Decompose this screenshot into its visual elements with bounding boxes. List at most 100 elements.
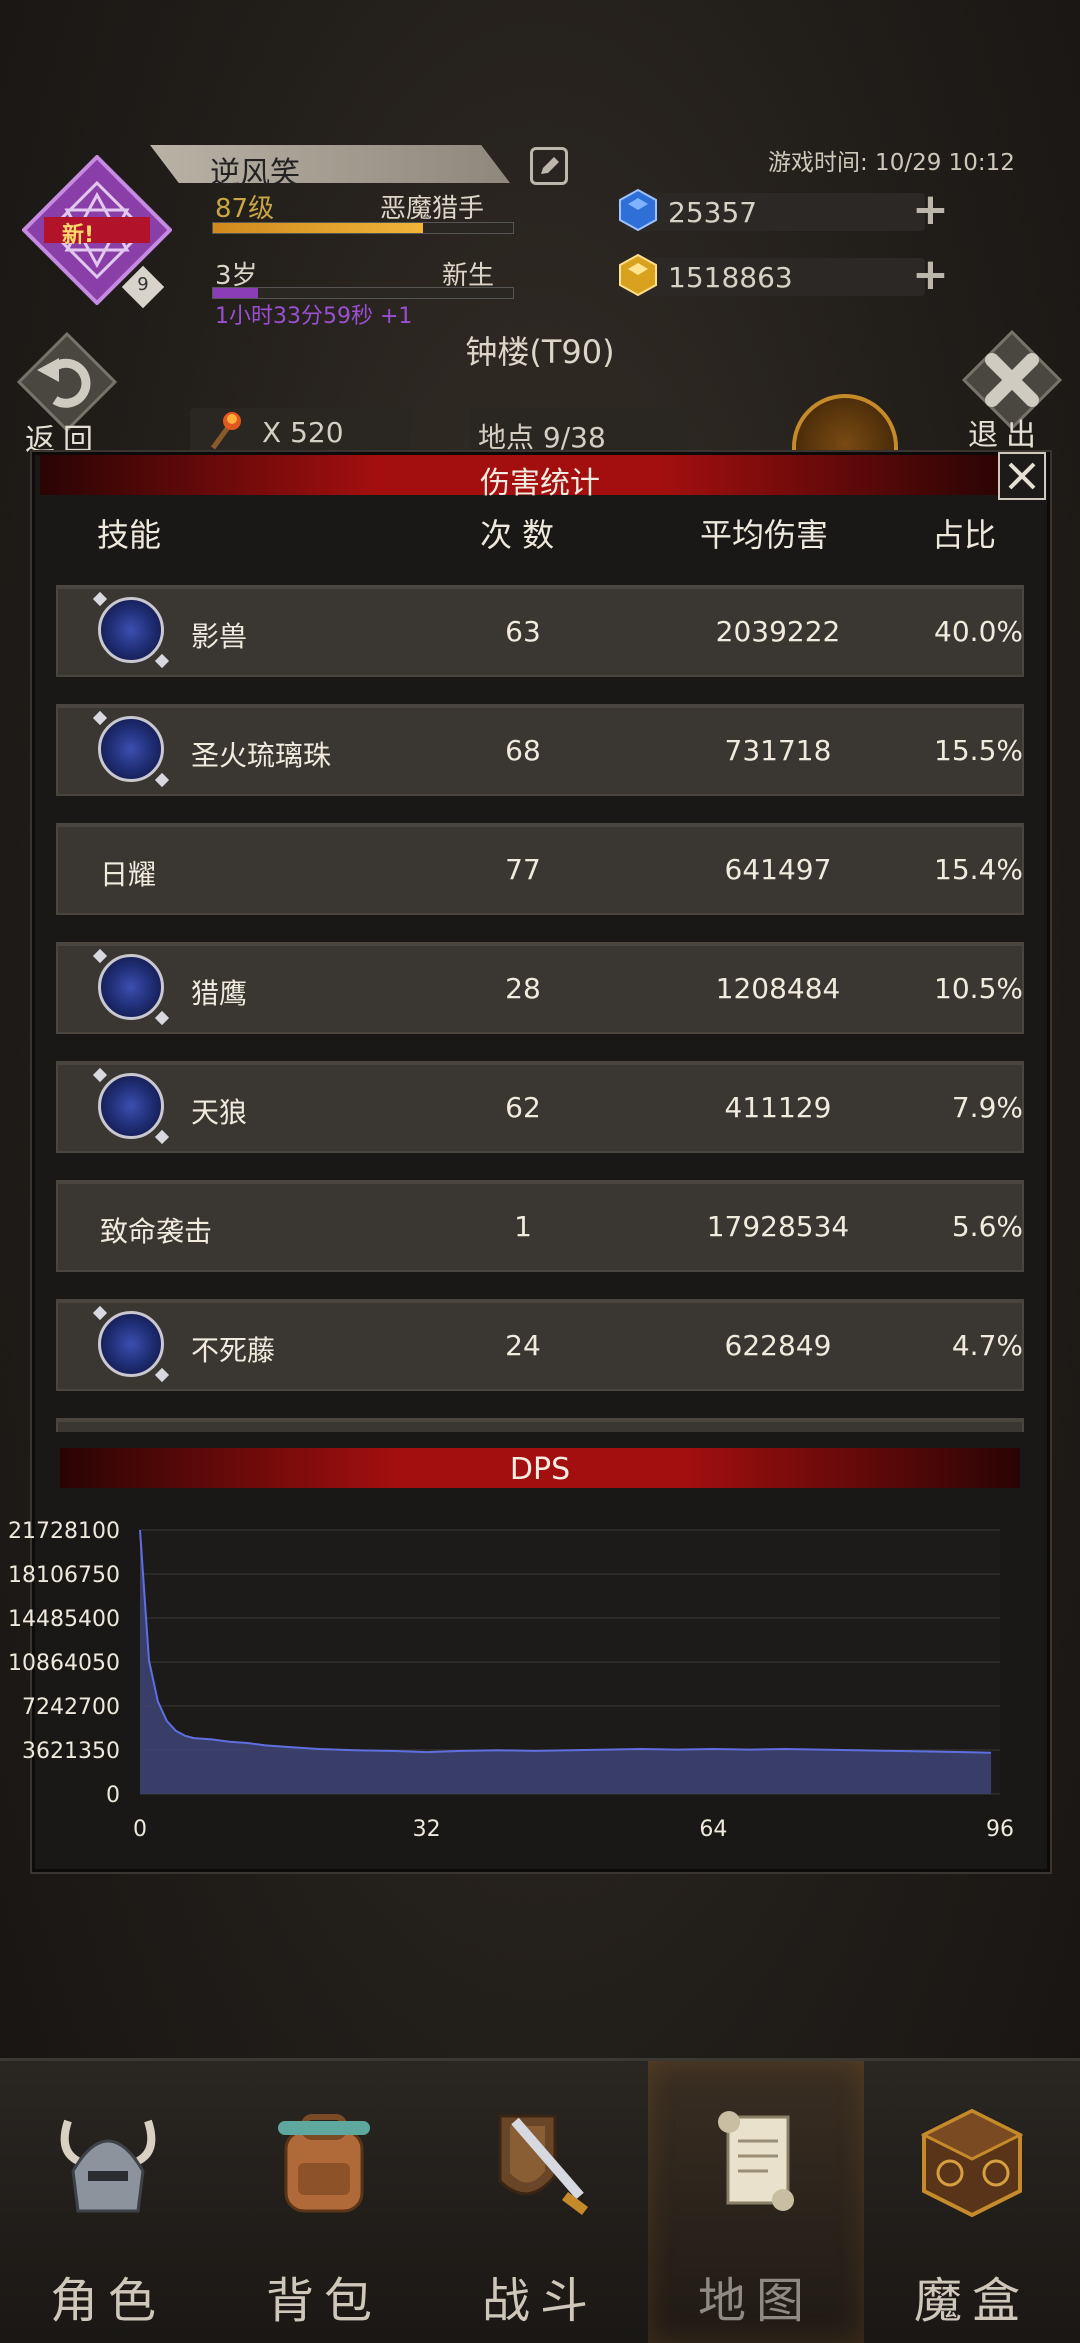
- nav-label: 地图: [697, 2273, 814, 2329]
- bottom-nav: 角色 背包 战斗 地图 魔盒: [0, 2058, 1080, 2343]
- nav-item-role[interactable]: 角色: [0, 2061, 216, 2343]
- skill-row-partial[interactable]: [56, 1418, 1024, 1432]
- skill-avg-damage: 641497: [724, 853, 832, 886]
- nav-item-magic-box[interactable]: 魔盒: [864, 2061, 1080, 2343]
- nav-label: 魔盒: [913, 2273, 1030, 2329]
- nav-item-backpack[interactable]: 背包: [216, 2061, 432, 2343]
- skill-row[interactable]: 天狼 62 411129 7.9%: [56, 1061, 1024, 1153]
- skill-row[interactable]: 日耀 77 641497 15.4%: [56, 823, 1024, 915]
- xp-bar-fill: [213, 223, 423, 233]
- close-panel-button[interactable]: [998, 452, 1046, 500]
- new-badge: 新!: [62, 223, 95, 248]
- exit-label[interactable]: 退出: [968, 410, 1044, 454]
- name-plate: [150, 145, 510, 183]
- y-tick-label: 18106750: [8, 1563, 120, 1588]
- skill-row[interactable]: 圣火琉璃珠 68 731718 15.5%: [56, 704, 1024, 796]
- skill-avg-damage: 731718: [724, 734, 832, 767]
- blue-gem-icon: [616, 188, 660, 236]
- skill-avg-damage: 1208484: [715, 972, 841, 1005]
- skill-percent: 5.6%: [951, 1210, 1023, 1243]
- location-title: 钟楼(T90): [465, 333, 615, 371]
- torch-count: X 520: [262, 416, 344, 449]
- skill-count: 68: [505, 734, 541, 767]
- gems-value: 25357: [668, 196, 758, 229]
- y-tick-label: 7242700: [22, 1695, 120, 1720]
- skill-count: 24: [505, 1329, 541, 1362]
- skill-row[interactable]: 致命袭击 1 17928534 5.6%: [56, 1180, 1024, 1272]
- player-name: 逆风笑: [210, 156, 300, 191]
- skill-list[interactable]: 影兽 63 2039222 40.0% 圣火琉璃珠 68 731718 15.5…: [56, 580, 1026, 1432]
- game-time: 游戏时间: 10/29 10:12: [768, 150, 1015, 176]
- skill-percent: 40.0%: [934, 615, 1023, 648]
- backpack-icon: [278, 2114, 370, 2213]
- gold-gem-icon: [616, 253, 660, 301]
- shadow-beast-icon: [98, 597, 164, 663]
- y-tick-label: 10864050: [8, 1651, 120, 1676]
- dps-chart: 0 3621350 7242700 10864050 14485400 18106750 2…: [8, 1519, 1014, 1842]
- location-count: 地点 9/38: [478, 421, 606, 454]
- magic-box-icon: [920, 2108, 1024, 2218]
- xp-bar: [212, 222, 514, 234]
- skill-row[interactable]: 不死藤 24 622849 4.7%: [56, 1299, 1024, 1391]
- skill-row[interactable]: 影兽 63 2039222 40.0%: [56, 585, 1024, 677]
- y-tick-label: 0: [106, 1783, 120, 1808]
- torch-icon: [205, 408, 245, 456]
- skill-row[interactable]: 猎鹰 28 1208484 10.5%: [56, 942, 1024, 1034]
- dps-title: DPS: [509, 1452, 571, 1487]
- skill-percent: 10.5%: [934, 972, 1023, 1005]
- holy-fire-orb-icon: [98, 716, 164, 782]
- skill-count: 62: [505, 1091, 541, 1124]
- skill-name: 不死藤: [191, 1334, 276, 1367]
- add-gems-button[interactable]: +: [912, 188, 949, 232]
- col-header-avg: 平均伤害: [700, 516, 829, 554]
- panel-title: 伤害统计: [480, 466, 600, 501]
- skill-avg-damage: 17928534: [706, 1210, 850, 1243]
- skill-percent: 7.9%: [951, 1091, 1023, 1124]
- undying-vine-icon: [98, 1311, 164, 1377]
- sword-shield-icon: [498, 2114, 588, 2215]
- y-tick-label: 3621350: [22, 1739, 120, 1764]
- close-icon: [1008, 462, 1036, 490]
- gold-value: 1518863: [668, 261, 793, 294]
- skill-name: 猎鹰: [191, 977, 248, 1010]
- y-tick-label: 21728100: [8, 1519, 120, 1544]
- skill-name: 致命袭击: [100, 1215, 213, 1248]
- skill-count: 77: [505, 853, 541, 886]
- skill-name: 日耀: [100, 858, 157, 891]
- helmet-icon: [60, 2119, 156, 2213]
- pencil-icon: [541, 157, 559, 174]
- skill-percent: 15.4%: [934, 853, 1023, 886]
- skill-avg-damage: 2039222: [715, 615, 841, 648]
- skill-percent: 15.5%: [934, 734, 1023, 767]
- skill-name: 影兽: [191, 620, 248, 653]
- x-tick-label: 0: [133, 1817, 147, 1842]
- skill-count: 28: [505, 972, 541, 1005]
- x-tick-label: 96: [986, 1817, 1014, 1842]
- skill-avg-damage: 411129: [724, 1091, 832, 1124]
- edit-name-button[interactable]: [530, 147, 568, 185]
- skill-name: 天狼: [191, 1096, 248, 1129]
- player-level: 87级: [215, 194, 275, 224]
- skill-count: 63: [505, 615, 541, 648]
- skill-percent: 4.7%: [951, 1329, 1023, 1362]
- age-bar-fill: [213, 288, 258, 298]
- scroll-map-icon: [718, 2111, 794, 2211]
- level-badge-number: 9: [137, 274, 149, 295]
- player-class: 恶魔猎手: [380, 194, 485, 224]
- falcon-icon: [98, 954, 164, 1020]
- skill-count: 1: [514, 1210, 532, 1243]
- add-gold-button[interactable]: +: [912, 253, 949, 297]
- sky-wolf-icon: [98, 1073, 164, 1139]
- nav-label: 角色: [49, 2273, 166, 2329]
- age-timer: 1小时33分59秒 +1: [215, 304, 413, 329]
- x-tick-label: 64: [699, 1817, 727, 1842]
- nav-item-map[interactable]: 地图: [648, 2061, 864, 2343]
- nav-label: 战斗: [481, 2273, 598, 2329]
- nav-item-battle[interactable]: 战斗: [432, 2061, 648, 2343]
- skill-avg-damage: 622849: [724, 1329, 832, 1362]
- x-tick-label: 32: [413, 1817, 441, 1842]
- col-header-skill: 技能: [97, 516, 162, 554]
- y-tick-label: 14485400: [8, 1607, 120, 1632]
- skill-name: 圣火琉璃珠: [191, 739, 332, 772]
- nav-label: 背包: [265, 2273, 382, 2329]
